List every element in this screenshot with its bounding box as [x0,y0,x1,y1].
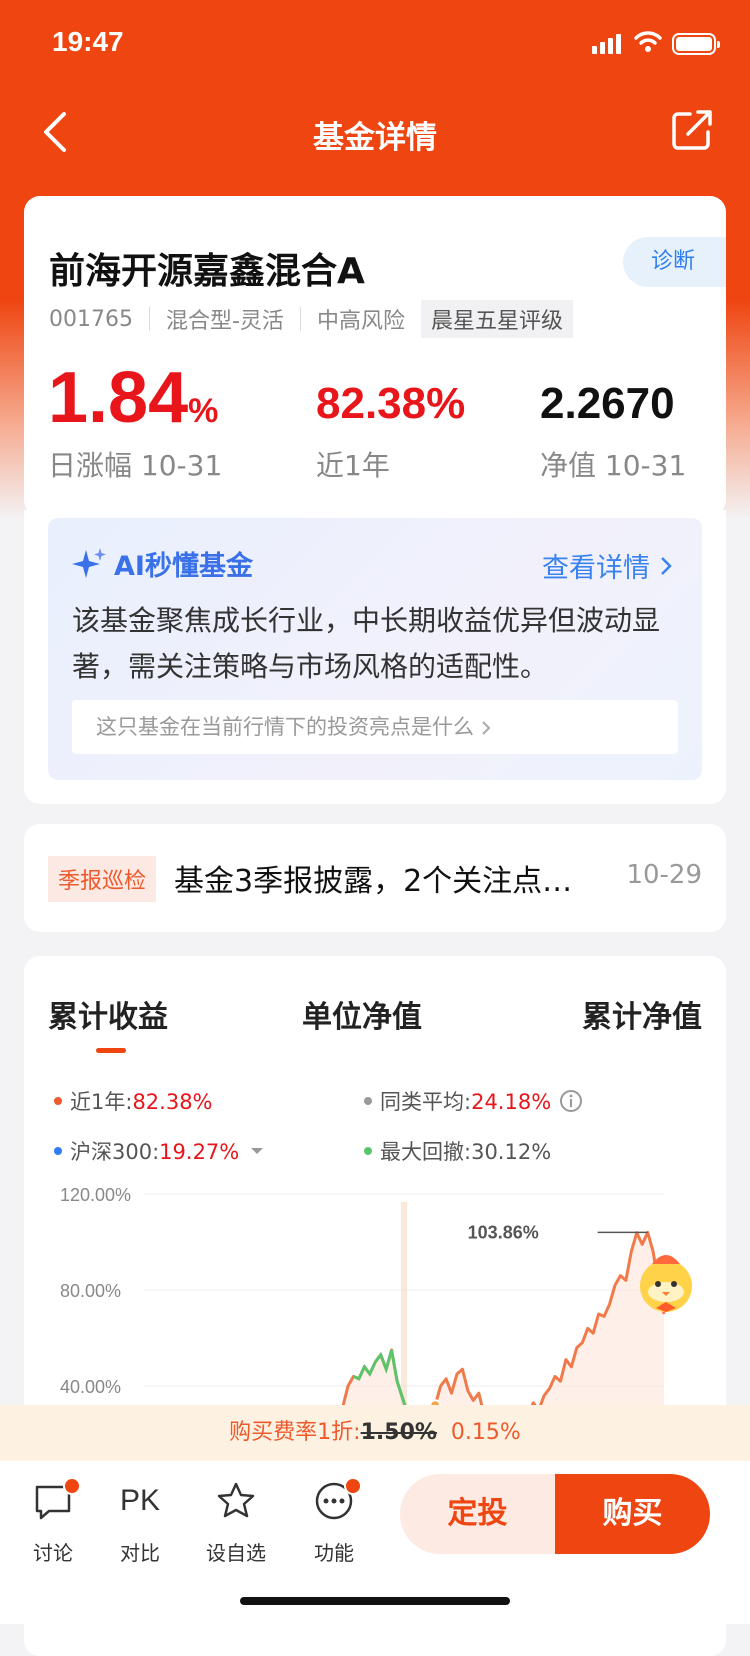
legend-dot [364,1147,372,1155]
active-tab-indicator [96,1048,126,1053]
legend-dot [54,1147,62,1155]
fund-summary-card: 前海开源嘉鑫混合A 诊断 001765 混合型-灵活 中高风险 晨星五星评级 1… [24,196,726,516]
legend-hs300-label: 沪深300: [70,1140,160,1164]
page-title: 基金详情 [313,120,437,156]
legend-hs300[interactable]: 沪深300:19.27% [54,1136,267,1166]
status-time: 19:47 [52,26,124,57]
ai-question-text: 这只基金在当前行情下的投资亮点是什么 [96,715,474,739]
share-icon[interactable] [670,108,714,152]
mascot-icon[interactable] [630,1246,702,1318]
fund-tags: 001765 混合型-灵活 中高风险 晨星五星评级 [49,300,573,338]
divider [299,307,301,331]
fund-type: 混合型-灵活 [165,309,284,334]
y-tick-label: 40.00% [60,1377,121,1397]
notification-dot [63,1477,81,1495]
legend-avg-label: 同类平均: [380,1090,472,1114]
year-return-value: 82.38% [316,379,466,428]
nav-label: 净值 10-31 [540,449,687,482]
chevron-right-icon [481,721,491,735]
fee-banner: 购买费率1折:1.50% 0.15% [0,1405,750,1461]
tab-cumulative-return[interactable]: 累计收益 [48,992,168,1036]
diagnose-button[interactable]: 诊断 [623,237,726,287]
legend-dot [54,1097,62,1105]
legend-drawdown-label: 最大回撤: [380,1140,472,1164]
nav-value: 2.2670 [540,379,675,428]
daily-change-label: 日涨幅 10-31 [48,449,223,482]
ai-card: AI秒懂基金 查看详情 该基金聚焦成长行业，中长期收益优异但波动显著，需关注策略… [24,510,726,804]
discuss-button[interactable]: 讨论 [13,1477,93,1566]
legend-dot [364,1097,372,1105]
tab-cumulative-nav[interactable]: 累计净值 [582,992,702,1036]
legend-hs300-value: 19.27% [159,1140,240,1164]
fund-risk: 中高风险 [316,309,405,334]
caret-down-icon [251,1148,264,1154]
ai-more-label: 查看详情 [542,553,650,584]
sparkle-icon [72,547,106,578]
peak-label: 103.86% [468,1222,539,1242]
legend-fund: 近1年:82.38% [54,1086,213,1116]
year-return-stat: 82.38% 近1年 [316,382,465,484]
legend-fund-value: 82.38% [132,1090,213,1114]
watchlist-button[interactable]: 设自选 [196,1477,276,1566]
battery-icon [672,33,720,55]
discuss-label: 讨论 [33,1541,73,1565]
watchlist-label: 设自选 [206,1541,266,1565]
compare-button[interactable]: PK 对比 [100,1477,180,1566]
fee-old: 1.50% [360,1420,437,1445]
function-button[interactable]: 功能 [294,1477,374,1566]
nav-bar: 基金详情 [0,96,750,168]
ai-title: AI秒懂基金 [114,551,253,582]
fund-code: 001765 [49,306,133,332]
report-card[interactable]: 季报巡检 基金3季报披露，2个关注点… 10-29 [24,824,726,932]
legend-avg-value: 24.18% [471,1090,552,1114]
divider [148,307,150,331]
daily-change-value: 1.84 [48,358,189,438]
report-tag: 季报巡检 [48,856,157,902]
nav-stat: 2.2670 净值 10-31 [540,382,686,484]
legend-drawdown-value: 30.12% [471,1140,552,1164]
compare-label: 对比 [120,1541,160,1565]
y-tick-label: 80.00% [60,1281,121,1301]
wifi-icon [634,31,662,52]
year-return-label: 近1年 [316,449,390,482]
info-icon[interactable] [559,1089,583,1113]
chevron-right-icon [661,556,672,575]
bottom-bar: 讨论 PK 对比 设自选 功能 定投 购买 [0,1461,750,1624]
star-icon [217,1482,255,1518]
pk-icon: PK [119,1484,161,1517]
daily-change-unit: % [188,392,219,430]
tab-unit-nav[interactable]: 单位净值 [302,992,422,1036]
daily-change-stat: 1.84% 日涨幅 10-31 [48,362,222,484]
buy-button[interactable]: 购买 [555,1474,710,1554]
sip-button[interactable]: 定投 [400,1474,555,1554]
y-tick-label: 120.00% [60,1185,131,1205]
legend-drawdown: 最大回撤:30.12% [364,1136,551,1166]
fee-new: 0.15% [450,1420,521,1445]
action-buttons: 定投 购买 [400,1474,710,1554]
status-bar: 19:47 [0,0,750,90]
legend-avg: 同类平均:24.18% [364,1086,583,1116]
report-text: 基金3季报披露，2个关注点… [174,864,573,899]
function-label: 功能 [314,1541,354,1565]
fee-prefix: 购买费率1折: [229,1420,361,1445]
ai-question-suggestion[interactable]: 这只基金在当前行情下的投资亮点是什么 [72,700,678,754]
ai-description: 该基金聚焦成长行业，中长期收益优异但波动显著，需关注策略与市场风格的适配性。 [72,604,661,683]
signal-icon [592,34,621,54]
rating-badge[interactable]: 晨星五星评级 [420,300,573,338]
notification-dot [344,1477,362,1495]
report-date: 10-29 [626,860,702,890]
fund-name: 前海开源嘉鑫混合A [49,251,365,292]
ai-summary-panel[interactable]: AI秒懂基金 查看详情 该基金聚焦成长行业，中长期收益优异但波动显著，需关注策略… [48,518,702,780]
ai-more-link[interactable]: 查看详情 [542,546,672,585]
home-indicator [240,1597,510,1605]
legend-fund-label: 近1年: [70,1090,133,1114]
